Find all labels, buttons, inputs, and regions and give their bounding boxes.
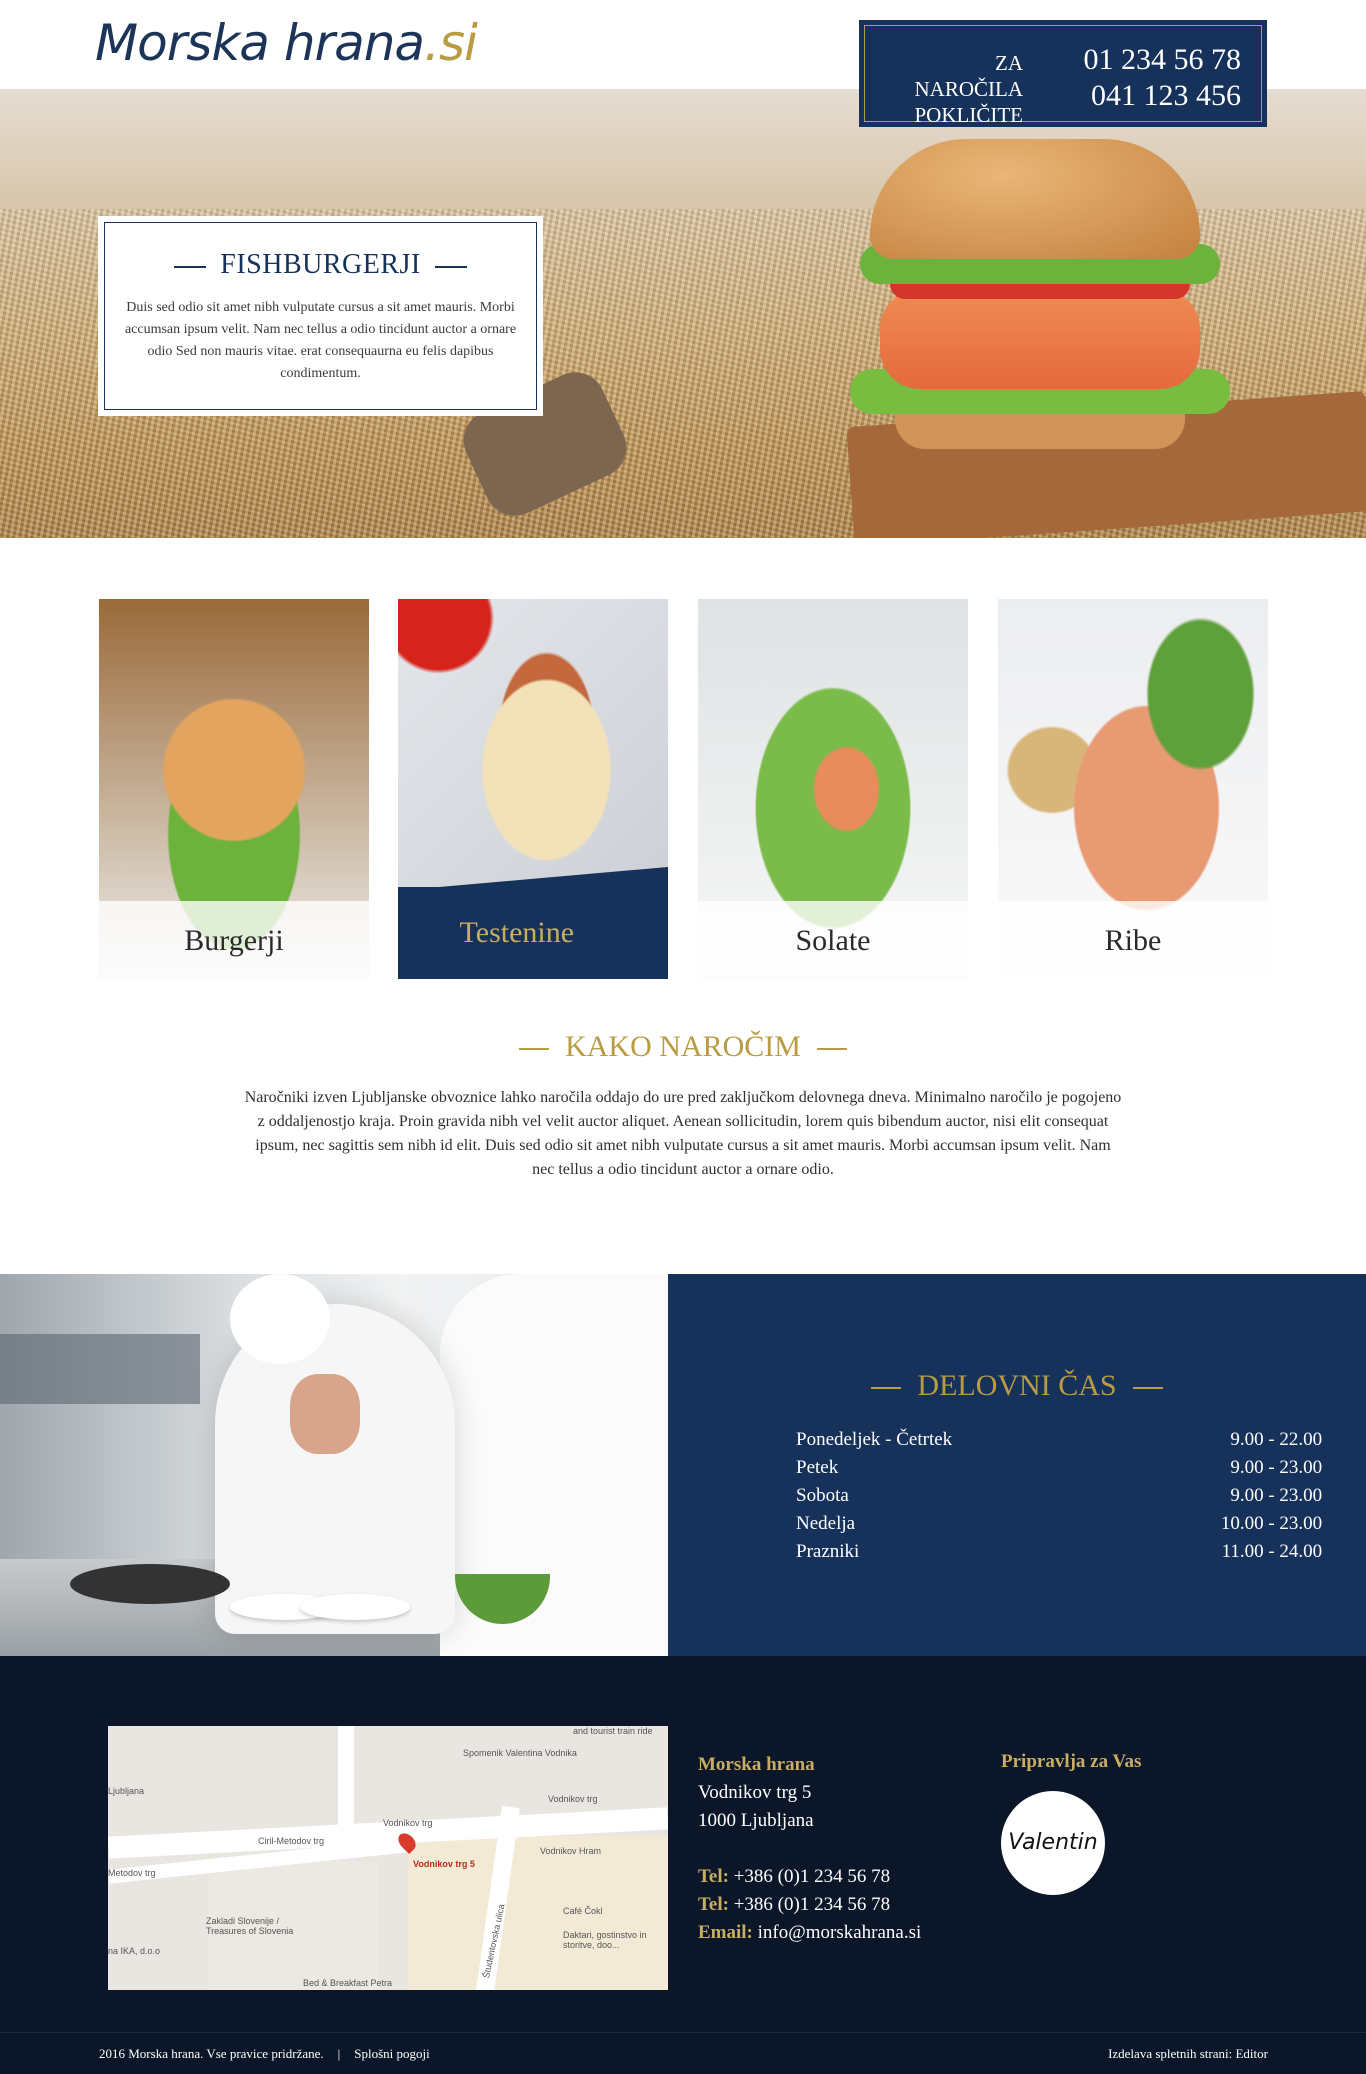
hours-row: Sobota 9.00 - 23.00 [796,1482,1322,1510]
opening-hours-table: Ponedeljek - Četrtek 9.00 - 22.00 Petek 9.… [796,1426,1322,1566]
category-testenine[interactable]: Testenine☝ [398,599,668,979]
phone-number-1[interactable]: 01 234 56 78 [1084,42,1242,78]
footer-email-link[interactable]: info@morskahrana.si [758,1922,922,1943]
hours-day: Sobota [796,1485,849,1506]
terms-link[interactable]: Splošni pogoji [354,2046,430,2061]
address-city: 1000 Ljubljana [698,1810,814,1831]
prepared-by: Pripravlja za Vas Valentin [1001,1751,1141,1895]
category-burgerji[interactable]: Burgerji [99,599,369,979]
map-pin-label: Vodnikov trg 5 [413,1859,475,1869]
phone-label-line1: ZA NAROČILA [914,51,1024,101]
phone-label-line2: POKLIČITE [914,103,1024,127]
hours-row: Petek 9.00 - 23.00 [796,1454,1322,1482]
opening-hours-section: DELOVNI ČAS Ponedeljek - Četrtek 9.00 - 2… [668,1274,1366,1656]
phone-numbers: 01 234 56 78 041 123 456 [1084,42,1242,114]
footer-phone-1[interactable]: +386 (0)1 234 56 78 [734,1866,890,1887]
hero-text: Duis sed odio sit amet nibh vulputate cu… [124,300,517,381]
hours-day: Petek [796,1457,839,1478]
phone-line-1: Tel: +386 (0)1 234 56 78 [698,1866,891,1887]
hero-title: FISHBURGERJI [105,249,536,281]
order-phone-box: ZA NAROČILA POKLIČITE 01 234 56 78 041 1… [859,20,1267,127]
hours-row: Prazniki 11.00 - 24.00 [796,1538,1322,1566]
map-label: Daktari, gostinstvo in storitve, doo... [563,1930,647,1950]
category-solate[interactable]: Solate [698,599,968,979]
hours-day: Ponedeljek - Četrtek [796,1429,953,1450]
category-label: Burgerji [99,901,369,979]
map-label: Vodnikov trg [383,1818,433,1828]
location-map[interactable]: Spomenik Valentina Vodnika and tourist t… [108,1726,668,1990]
hero-text-box: FISHBURGERJI Duis sed odio sit amet nibh… [98,216,543,416]
how-to-order-section: KAKO NAROČIM Naročniki izven Ljubljanske… [0,1030,1366,1182]
footer-phone-2[interactable]: +386 (0)1 234 56 78 [734,1894,890,1915]
hours-time: 9.00 - 23.00 [1230,1485,1323,1506]
map-label: na IKA, d.o.o [108,1946,161,1956]
hours-row: Ponedeljek - Četrtek 9.00 - 22.00 [796,1426,1322,1454]
map-label: Zakladi Slovenije / Treasures of Sloveni… [206,1916,294,1936]
logo-tld: .si [424,14,478,72]
copyright-text: 2016 Morska hrana. Vse pravice pridržane… [99,2046,324,2061]
chefs-photo [0,1274,668,1656]
category-label: Solate [698,901,968,979]
logo-main: Morska hrana [95,14,425,72]
hours-row: Nedelja 10.00 - 23.00 [796,1510,1322,1538]
category-label-active: Testenine☝ [398,887,668,979]
map-label: Café Čokl [563,1906,603,1916]
map-label: Ciril-Metodov trg [258,1836,325,1846]
hero-fishburger-image [850,139,1230,469]
hours-time: 10.00 - 23.00 [1220,1513,1323,1534]
logo[interactable]: Morska hrana.si [95,14,478,72]
address-street: Vodnikov trg 5 [698,1782,812,1803]
phone-number-2[interactable]: 041 123 456 [1084,78,1241,114]
how-to-order-text: Naročniki izven Ljubljanske obvoznice la… [244,1089,1122,1178]
hours-time: 9.00 - 22.00 [1230,1429,1323,1450]
contact-address: Morska hrana Vodnikov trg 5 1000 Ljublja… [698,1751,921,1947]
valentin-logo[interactable]: Valentin [1001,1791,1105,1895]
hours-day: Prazniki [796,1541,860,1562]
credit-link[interactable]: Izdelava spletnih strani: Editor [1108,2046,1268,2062]
map-label: Ljubljana [108,1786,145,1796]
map-label: Vodnikov trg [548,1794,598,1804]
map-label: Bed & Breakfast Petra [303,1978,393,1988]
prepared-by-title: Pripravlja za Vas [1001,1751,1142,1772]
hours-day: Nedelja [796,1513,856,1534]
category-ribe[interactable]: Ribe [998,599,1268,979]
hours-time: 11.00 - 24.00 [1221,1541,1323,1562]
bottom-bar: 2016 Morska hrana. Vse pravice pridržane… [0,2032,1366,2074]
email-line: Email: info@morskahrana.si [698,1922,922,1943]
how-to-order-title: KAKO NAROČIM [0,1030,1366,1064]
category-label: Ribe [998,901,1268,979]
separator: | [337,2046,341,2061]
company-name: Morska hrana [698,1754,815,1775]
site-footer: Spomenik Valentina Vodnika and tourist t… [0,1656,1366,2074]
opening-hours-title: DELOVNI ČAS [668,1369,1366,1403]
hours-time: 9.00 - 23.00 [1230,1457,1323,1478]
map-label: Vodnikov Hram [540,1846,602,1856]
map-label: Spomenik Valentina Vodnika [463,1748,577,1758]
map-label: Metodov trg [108,1868,156,1878]
map-label: and tourist train ride [573,1726,653,1736]
phone-line-2: Tel: +386 (0)1 234 56 78 [698,1894,891,1915]
phone-label: ZA NAROČILA POKLIČITE [885,50,1024,128]
